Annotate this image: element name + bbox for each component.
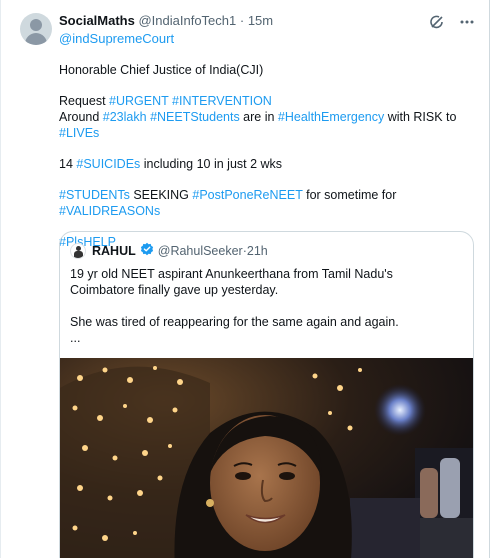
text-fragment: for sometime for [302, 188, 397, 202]
quoted-author-avatar[interactable] [70, 243, 86, 259]
tweet-line-suicides: 14 #SUICIDEs including 10 in just 2 wks [59, 156, 479, 172]
grok-icon[interactable] [429, 14, 445, 30]
text-fragment: with RISK to [384, 110, 457, 124]
quoted-tweet-time[interactable]: 21h [247, 243, 268, 259]
hashtag-students[interactable]: #STUDENTs [59, 188, 130, 202]
tweet-line-salutation: Honorable Chief Justice of India(CJI) [59, 63, 264, 77]
hashtag-postponereneet[interactable]: #PostPoneReNEET [192, 188, 302, 202]
tweet-line-request: Request #URGENT #INTERVENTION [59, 93, 479, 109]
hashtag-neetstudents[interactable]: #NEETStudents [150, 110, 240, 124]
hashtag-23lakh[interactable]: #23lakh [103, 110, 147, 124]
photo-illustration [60, 358, 473, 558]
text-fragment: are in [239, 110, 278, 124]
hashtag-healthemergency[interactable]: #HealthEmergency [278, 110, 384, 124]
quoted-text-line1: 19 yr old NEET aspirant Anunkeerthana fr… [70, 267, 393, 297]
tweet-text: Honorable Chief Justice of India(CJI) Re… [59, 62, 479, 250]
verified-badge-icon [140, 242, 154, 260]
quoted-author-handle[interactable]: @RahulSeeker [158, 243, 243, 259]
text-fragment: Around [59, 110, 103, 124]
avatar-figure-body [74, 251, 83, 258]
hashtag-urgent[interactable]: #URGENT [109, 94, 169, 108]
text-fragment: SEEKING [129, 188, 193, 202]
tweet-card[interactable]: SocialMaths @IndiaInfoTech1 · 15m @indSu… [0, 0, 490, 558]
hashtag-intervention[interactable]: #INTERVENTION [172, 94, 272, 108]
quoted-tweet-text: 19 yr old NEET aspirant Anunkeerthana fr… [70, 266, 460, 346]
hashtag-validreasons[interactable]: #VALIDREASONs [59, 204, 160, 218]
tweet-header-actions [429, 14, 475, 30]
text-fragment: Request [59, 94, 110, 108]
more-icon[interactable] [459, 14, 475, 30]
tweet-time[interactable]: 15m [248, 13, 273, 28]
reply-to-mention[interactable]: @indSupremeCourt [59, 31, 174, 47]
quoted-tweet[interactable]: RAHUL @RahulSeeker · 21h 19 yr old NEET … [59, 231, 474, 558]
hashtag-suicides[interactable]: #SUICIDEs [76, 157, 140, 171]
quoted-tweet-header: RAHUL @RahulSeeker · 21h [70, 242, 268, 260]
hashtag-lives[interactable]: #LIVEs [59, 126, 99, 140]
avatar-body [25, 33, 47, 45]
author-handle[interactable]: @IndiaInfoTech1 [138, 13, 236, 28]
quoted-tweet-photo[interactable] [60, 358, 473, 558]
quoted-text-line2: She was tired of reappearing for the sam… [70, 315, 399, 329]
quoted-author-name[interactable]: RAHUL [92, 243, 136, 259]
text-fragment: 14 [59, 157, 77, 171]
author-avatar[interactable] [20, 13, 52, 45]
tweet-line-around: Around #23lakh #NEETStudents are in #Hea… [59, 109, 479, 141]
text-fragment: including 10 in just 2 wks [140, 157, 283, 171]
avatar-head [30, 19, 42, 31]
quoted-text-ellipsis: ... [70, 331, 81, 345]
author-name[interactable]: SocialMaths [59, 13, 135, 28]
meta-separator: · [236, 13, 248, 28]
tweet-line-students: #STUDENTs SEEKING #PostPoneReNEET for so… [59, 187, 479, 219]
tweet-header: SocialMaths @IndiaInfoTech1 · 15m [59, 13, 273, 29]
